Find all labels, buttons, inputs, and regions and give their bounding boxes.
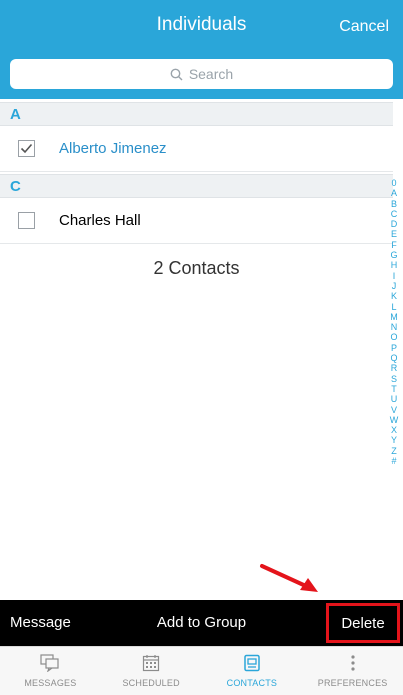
tab-label: SCHEDULED <box>122 678 180 688</box>
contact-name: Charles Hall <box>59 212 141 229</box>
contacts-icon <box>244 654 260 672</box>
index-letter[interactable]: R <box>391 363 398 373</box>
index-letter[interactable]: X <box>391 425 397 435</box>
index-letter[interactable]: J <box>392 281 397 291</box>
index-letter[interactable]: U <box>391 394 398 404</box>
calendar-icon <box>143 655 160 672</box>
index-letter[interactable]: Y <box>391 435 397 445</box>
red-arrow-annotation <box>260 564 318 592</box>
index-letter[interactable]: L <box>391 302 396 312</box>
index-letter[interactable]: A <box>391 188 397 198</box>
contact-name: Alberto Jimenez <box>59 140 167 157</box>
tab-scheduled[interactable]: SCHEDULED <box>101 647 202 695</box>
contacts-count: 2 Contacts <box>153 258 240 278</box>
more-icon <box>351 655 355 671</box>
index-letter[interactable]: K <box>391 291 397 301</box>
index-letter[interactable]: # <box>391 456 396 466</box>
index-letter[interactable]: E <box>391 229 397 239</box>
search-bar: Search <box>0 52 403 99</box>
index-letter[interactable]: T <box>391 384 397 394</box>
index-letter[interactable]: B <box>391 199 397 209</box>
search-placeholder: Search <box>188 66 234 82</box>
index-letter[interactable]: Z <box>391 446 397 456</box>
index-letter[interactable]: O <box>390 332 397 342</box>
tab-bar: MESSAGES SCHEDULED CONTACTS PREFERENCES <box>0 646 403 695</box>
tab-messages[interactable]: MESSAGES <box>0 647 101 695</box>
index-letter[interactable]: D <box>391 219 398 229</box>
index-letter[interactable]: H <box>391 260 398 270</box>
contact-row-charles[interactable]: Charles Hall <box>0 198 393 244</box>
tab-label: CONTACTS <box>226 678 278 688</box>
section-header-a: A <box>0 102 393 126</box>
index-letter[interactable]: G <box>390 250 397 260</box>
index-letter[interactable]: M <box>390 312 398 322</box>
tab-label: MESSAGES <box>24 678 77 688</box>
index-letter[interactable]: V <box>391 405 397 415</box>
index-letter[interactable]: C <box>391 209 398 219</box>
delete-button[interactable]: Delete <box>326 603 400 643</box>
index-letter[interactable]: F <box>391 240 397 250</box>
index-letter[interactable]: S <box>391 374 397 384</box>
contact-row-alberto[interactable]: Alberto Jimenez <box>0 126 393 172</box>
cancel-button[interactable]: Cancel <box>339 18 389 36</box>
action-bar: Message Add to Group Delete <box>0 600 403 646</box>
tab-contacts[interactable]: CONTACTS <box>202 647 303 695</box>
search-icon <box>170 68 183 80</box>
tab-label: PREFERENCES <box>317 678 388 688</box>
index-letter[interactable]: Q <box>390 353 397 363</box>
checkbox-checked[interactable] <box>18 140 35 157</box>
checkbox-unchecked[interactable] <box>18 212 35 229</box>
index-letter[interactable]: P <box>391 343 397 353</box>
checkmark-icon <box>20 143 33 154</box>
index-letter[interactable]: I <box>393 271 396 281</box>
tab-preferences[interactable]: PREFERENCES <box>302 647 403 695</box>
delete-label: Delete <box>341 614 385 632</box>
nav-header: Individuals Cancel <box>0 0 403 52</box>
index-letter[interactable]: N <box>391 322 398 332</box>
index-letter[interactable]: 0 <box>391 178 396 188</box>
search-input[interactable]: Search <box>10 59 393 89</box>
alphabet-index[interactable]: 0 A B C D E F G H I J K L M N O P Q R S T U V W X Y Z # <box>387 178 401 466</box>
index-letter[interactable]: W <box>390 415 399 425</box>
messages-icon <box>40 654 59 672</box>
section-header-c: C <box>0 174 393 198</box>
